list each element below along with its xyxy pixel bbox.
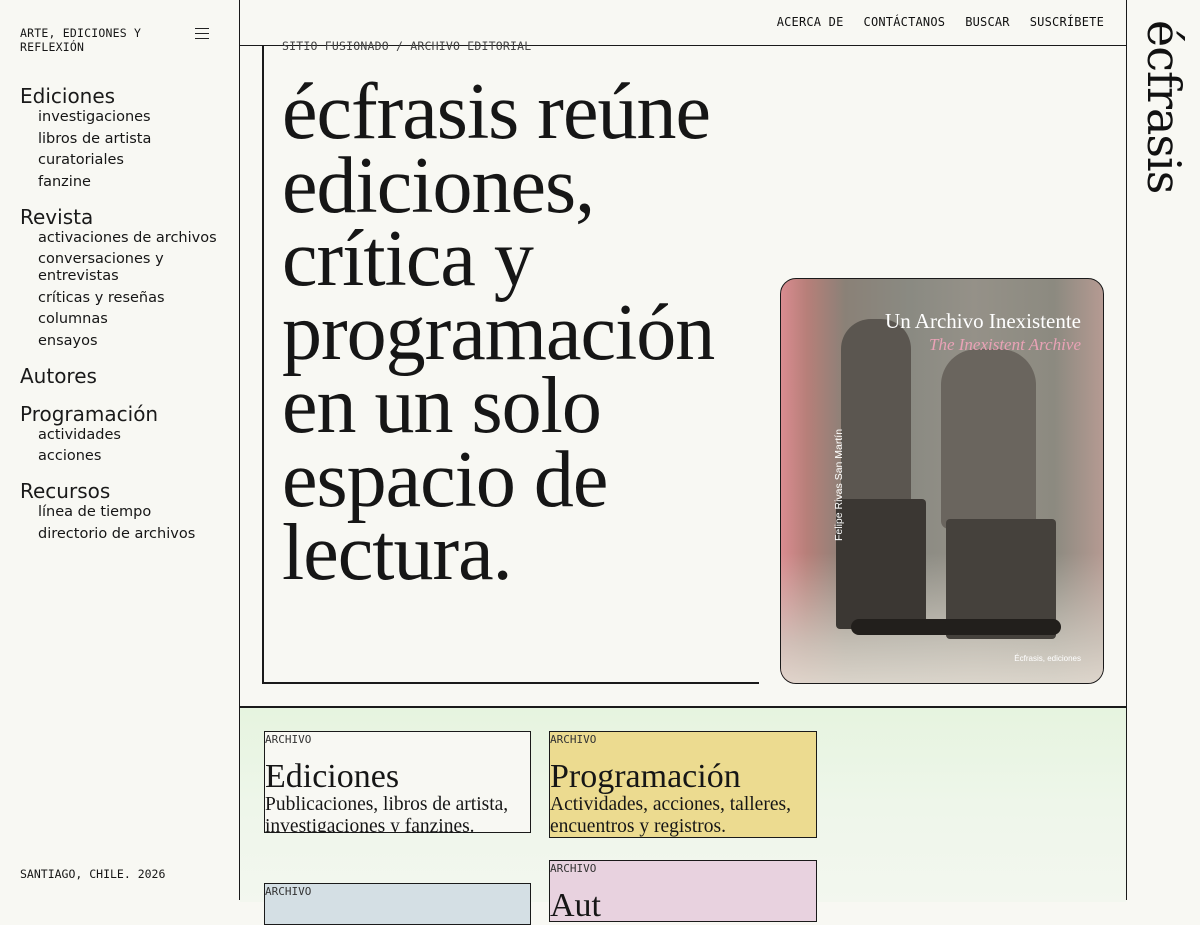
nav-heading-recursos[interactable]: Recursos (20, 479, 230, 503)
card-title: Ediciones (265, 758, 400, 795)
sidebar-footer: SANTIAGO, CHILE. 2026 (20, 867, 166, 881)
archive-cards: ARCHIVO Ediciones Publicaciones, libros … (240, 706, 1126, 925)
cover-figure-right (941, 349, 1036, 529)
card-label: ARCHIVO (265, 733, 312, 746)
site-tagline: ARTE, EDICIONES Y REFLEXIÓN (20, 26, 142, 54)
card-title: Aut (550, 887, 601, 922)
cover-figure-left-legs (836, 499, 926, 629)
top-nav-acerca-de[interactable]: ACERCA DE (777, 15, 844, 29)
card-programacion[interactable]: ARCHIVO Programación Actividades, accion… (549, 731, 817, 838)
card-ediciones[interactable]: ARCHIVO Ediciones Publicaciones, libros … (264, 731, 531, 833)
book-subtitle: The Inexistent Archive (928, 335, 1081, 354)
book-imprint: Écfrasis, ediciones (1014, 654, 1081, 663)
card-autores[interactable]: ARCHIVO Aut (549, 860, 817, 922)
top-nav-contactanos[interactable]: CONTÁCTANOS (864, 15, 946, 29)
top-nav-suscribete[interactable]: SUSCRÍBETE (1030, 15, 1104, 29)
card-label: ARCHIVO (550, 733, 597, 746)
book-author: Felipe Rivas San Martín (833, 428, 845, 541)
nav-section-programacion: Programación actividades acciones (20, 402, 230, 466)
nav-heading-programacion[interactable]: Programación (20, 402, 230, 426)
cover-shoes (851, 619, 1061, 635)
nav-item-columnas[interactable]: columnas (38, 311, 230, 328)
nav-section-recursos: Recursos línea de tiempo directorio de a… (20, 479, 230, 543)
nav-heading-revista[interactable]: Revista (20, 205, 230, 229)
card-label: ARCHIVO (265, 885, 312, 898)
featured-book-cover[interactable]: Un Archivo Inexistente The Inexistent Ar… (780, 278, 1104, 684)
hamburger-menu-icon[interactable] (195, 28, 209, 39)
nav-item-libros-de-artista[interactable]: libros de artista (38, 131, 230, 148)
nav-item-acciones[interactable]: acciones (38, 448, 230, 465)
hero: SITIO FUSIONADO / ARCHIVO EDITORIAL écfr… (240, 39, 1126, 706)
nav-item-conversaciones-y-entrevistas[interactable]: conversaciones y entrevistas (38, 251, 230, 285)
card-revista[interactable]: ARCHIVO (264, 883, 531, 925)
nav-heading-ediciones[interactable]: Ediciones (20, 84, 230, 108)
top-nav-buscar[interactable]: BUSCAR (965, 15, 1010, 29)
nav-heading-autores[interactable]: Autores (20, 364, 230, 388)
card-title: Programación (550, 758, 741, 795)
nav-item-investigaciones[interactable]: investigaciones (38, 109, 230, 126)
site-logo[interactable]: écfrasis (1137, 20, 1191, 193)
card-description: Publicaciones, libros de artista, invest… (265, 794, 509, 833)
nav-section-autores: Autores (20, 364, 230, 388)
nav-item-activaciones-de-archivos[interactable]: activaciones de archivos (38, 230, 230, 247)
nav-item-ensayos[interactable]: ensayos (38, 333, 230, 350)
sidebar: ARTE, EDICIONES Y REFLEXIÓN Ediciones in… (0, 0, 240, 900)
nav-item-criticas-y-resenas[interactable]: críticas y reseñas (38, 290, 230, 307)
nav-item-directorio-de-archivos[interactable]: directorio de archivos (38, 526, 230, 543)
nav-item-actividades[interactable]: actividades (38, 427, 230, 444)
hero-kicker: SITIO FUSIONADO / ARCHIVO EDITORIAL (282, 39, 532, 53)
nav-item-fanzine[interactable]: fanzine (38, 174, 230, 191)
nav-section-revista: Revista activaciones de archivos convers… (20, 205, 230, 350)
hero-headline: écfrasis reúne ediciones, crítica y prog… (282, 68, 715, 597)
card-description: Actividades, acciones, talleres, encuent… (550, 794, 791, 837)
card-label: ARCHIVO (550, 862, 597, 875)
top-nav: ACERCA DE CONTÁCTANOS BUSCAR SUSCRÍBETE (777, 15, 1104, 29)
logo-column: écfrasis (1126, 0, 1200, 900)
sidebar-nav: Ediciones investigaciones libros de arti… (20, 84, 230, 557)
nav-section-ediciones: Ediciones investigaciones libros de arti… (20, 84, 230, 191)
nav-item-curatoriales[interactable]: curatoriales (38, 152, 230, 169)
book-title: Un Archivo Inexistente (885, 309, 1081, 333)
nav-item-linea-de-tiempo[interactable]: línea de tiempo (38, 504, 230, 521)
